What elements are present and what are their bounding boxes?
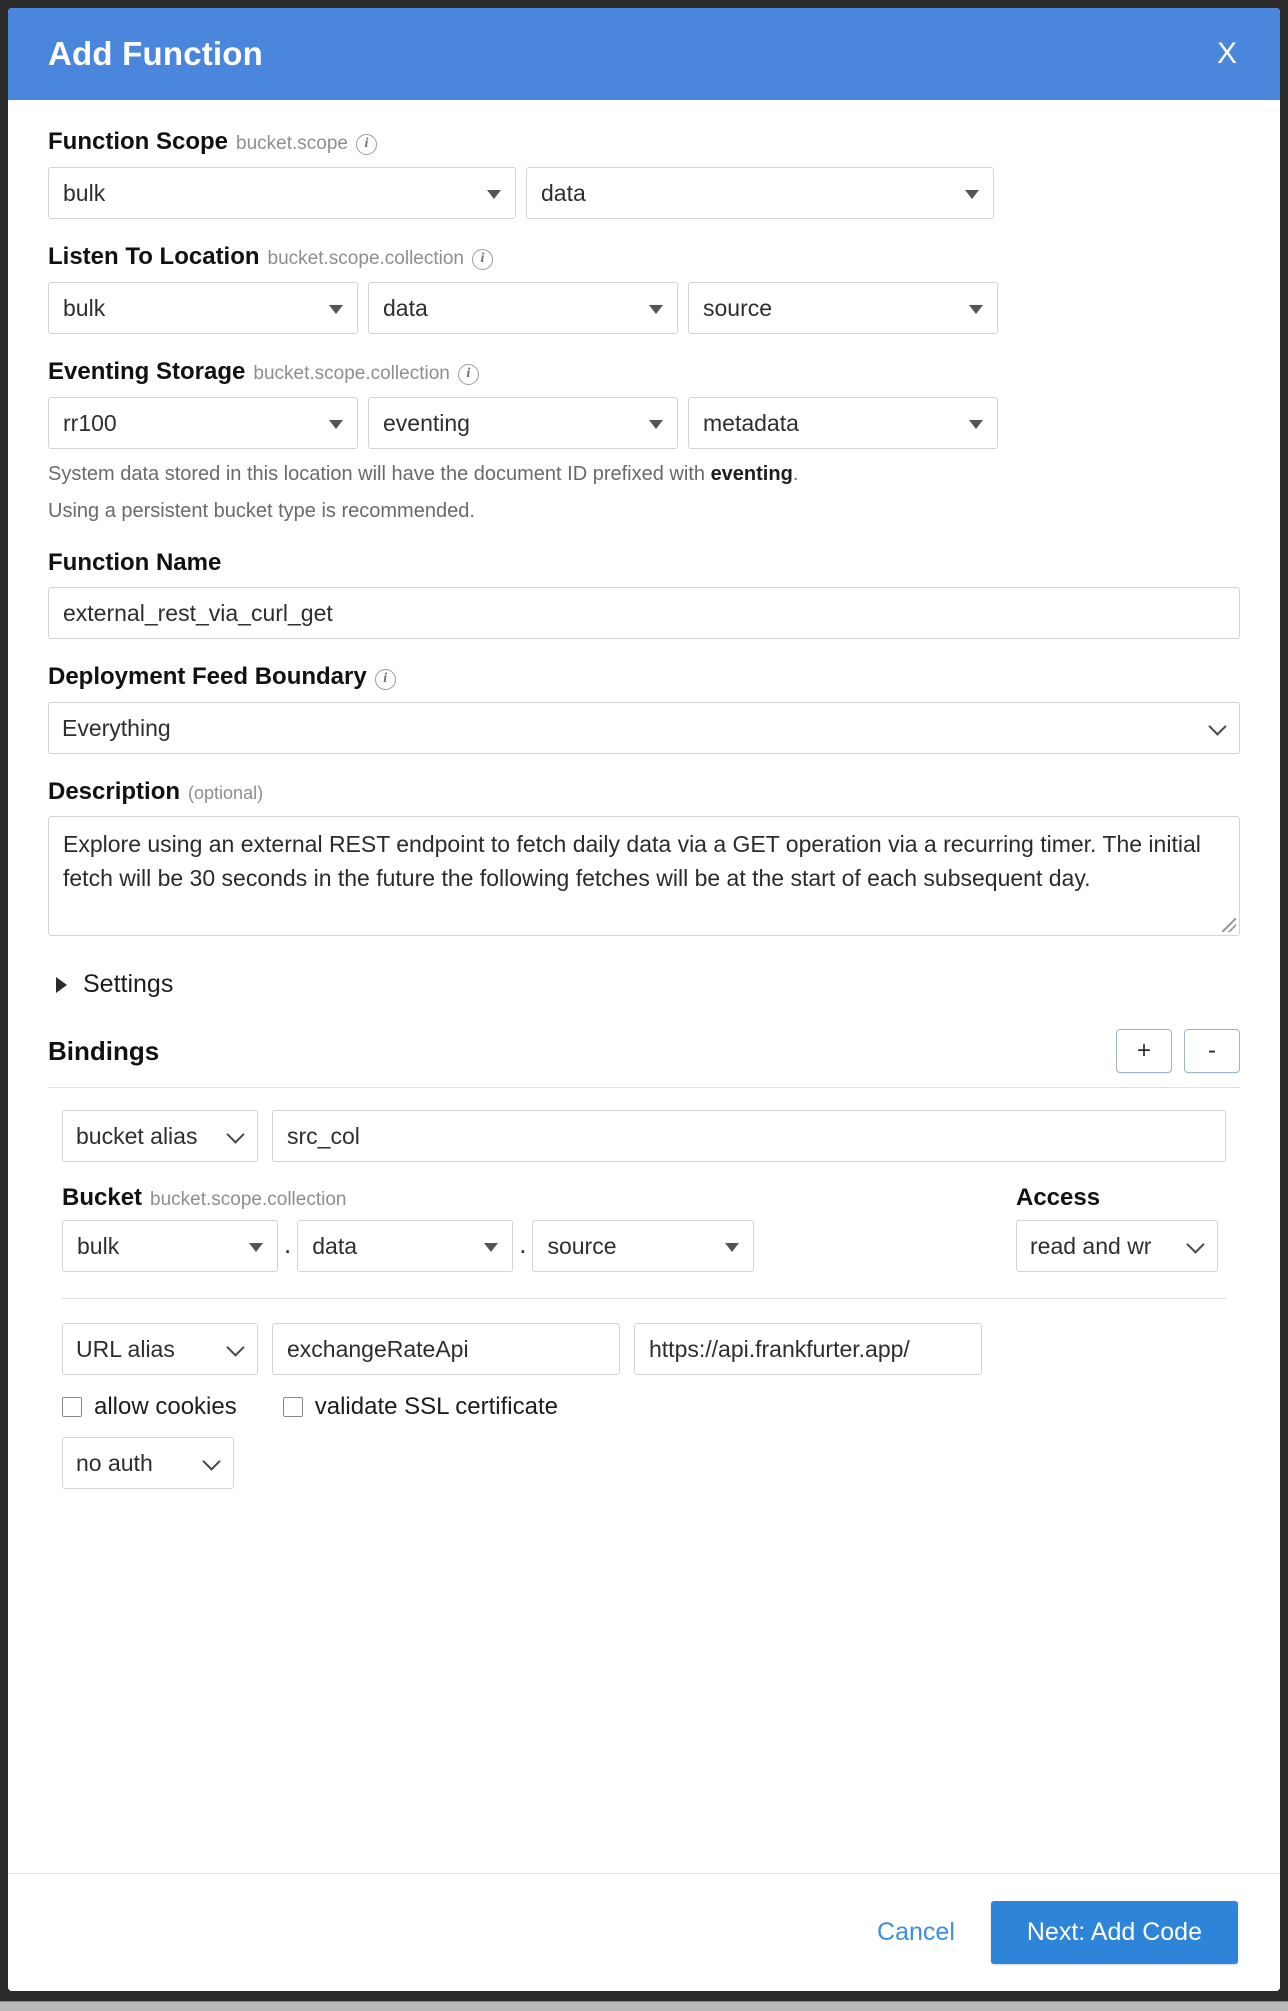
allow-cookies-checkbox[interactable] — [62, 1397, 82, 1417]
bindings-header: Bindings + - — [48, 1029, 1240, 1088]
listen-collection-select[interactable]: source — [688, 282, 998, 334]
bucket-binding-alias-input[interactable]: src_col — [272, 1110, 1226, 1162]
settings-label: Settings — [83, 970, 174, 998]
access-label-text: Access — [1016, 1184, 1101, 1211]
function-scope-label-text: Function Scope — [48, 128, 228, 155]
settings-disclosure[interactable]: Settings — [56, 970, 1240, 999]
url-binding-checkboxes: allow cookies validate SSL certificate — [62, 1393, 1226, 1421]
add-function-dialog: Add Function X Function Scope bucket.sco… — [8, 8, 1280, 1991]
function-scope-hint: bucket.scope — [236, 133, 348, 154]
add-binding-button[interactable]: + — [1116, 1029, 1172, 1073]
function-scope-bucket-select[interactable]: bulk — [48, 167, 516, 219]
description-label: Description (optional) — [48, 778, 1240, 806]
dialog-footer: Cancel Next: Add Code — [8, 1873, 1280, 1991]
listen-to-location-row: bulk data source — [48, 282, 1240, 334]
description-block: Description (optional) Explore using an … — [48, 778, 1240, 936]
eventing-storage-label-text: Eventing Storage — [48, 358, 246, 385]
function-name-block: Function Name external_rest_via_curl_get — [48, 549, 1240, 639]
function-name-label-text: Function Name — [48, 549, 222, 576]
url-binding-type-select[interactable]: URL alias — [62, 1323, 258, 1375]
url-binding-top-row: URL alias exchangeRateApi https://api.fr… — [62, 1323, 1226, 1375]
description-optional-text: (optional) — [188, 783, 264, 803]
screen: Add Function X Function Scope bucket.sco… — [0, 0, 1288, 2011]
info-icon[interactable]: i — [355, 134, 377, 155]
bucket-binding-bucket-select[interactable]: bulk — [62, 1220, 278, 1272]
helper-prefix: System data stored in this location will… — [48, 463, 711, 485]
eventing-bucket-select[interactable]: rr100 — [48, 397, 358, 449]
binding-divider — [62, 1298, 1226, 1299]
listen-to-location-label: Listen To Location bucket.scope.collecti… — [48, 243, 1240, 272]
listen-to-location-hint: bucket.scope.collection — [267, 248, 464, 269]
eventing-storage-hint: bucket.scope.collection — [253, 363, 450, 384]
function-scope-scope-select[interactable]: data — [526, 167, 994, 219]
separator-dot: . — [519, 1229, 527, 1259]
bindings-title: Bindings — [48, 1035, 160, 1066]
close-icon[interactable]: X — [1207, 35, 1247, 73]
bucket-binding-top-row: bucket alias src_col — [62, 1110, 1226, 1162]
bucket-binding-location: Bucket bucket.scope.collection bulk . da… — [62, 1184, 988, 1272]
chevron-right-icon — [56, 976, 67, 993]
cancel-button[interactable]: Cancel — [877, 1918, 955, 1947]
url-binding-alias-input[interactable]: exchangeRateApi — [272, 1323, 620, 1375]
bucket-binding-selects: bulk . data . source — [62, 1220, 988, 1272]
bucket-sub-label: Bucket bucket.scope.collection — [62, 1184, 988, 1212]
next-add-code-button[interactable]: Next: Add Code — [990, 1901, 1238, 1964]
bucket-binding-card: bucket alias src_col Bucket bucket.scope… — [48, 1110, 1240, 1489]
validate-ssl-checkbox[interactable] — [282, 1397, 303, 1417]
window-bottom-strip — [0, 2001, 1288, 2011]
function-scope-label: Function Scope bucket.scope i — [48, 128, 1240, 157]
deployment-feed-boundary-block: Deployment Feed Boundary i Everything — [48, 663, 1240, 754]
info-icon[interactable]: i — [472, 249, 493, 270]
validate-ssl-label: validate SSL certificate — [314, 1393, 558, 1420]
dialog-header: Add Function X — [8, 8, 1280, 100]
eventing-scope-select[interactable]: eventing — [368, 397, 678, 449]
eventing-storage-label: Eventing Storage bucket.scope.collection… — [48, 358, 1240, 387]
eventing-collection-select[interactable]: metadata — [688, 397, 998, 449]
bucket-binding-fields: Bucket bucket.scope.collection bulk . da… — [62, 1184, 1226, 1272]
deployment-feed-boundary-label: Deployment Feed Boundary i — [48, 663, 1240, 692]
separator-dot: . — [284, 1229, 292, 1259]
bucket-binding-access-select[interactable]: read and wr — [1016, 1220, 1218, 1272]
eventing-storage-helper: System data stored in this location will… — [48, 463, 1240, 486]
helper-bold: eventing — [710, 463, 793, 485]
helper-suffix: . — [792, 463, 799, 485]
access-label: Access — [1016, 1184, 1226, 1212]
function-scope-row: bulk data — [48, 167, 1240, 219]
deployment-feed-boundary-select[interactable]: Everything — [48, 702, 1240, 754]
deployment-feed-boundary-label-text: Deployment Feed Boundary — [48, 663, 367, 690]
bucket-binding-type-select[interactable]: bucket alias — [62, 1110, 258, 1162]
listen-to-location-label-text: Listen To Location — [48, 243, 260, 270]
allow-cookies-label: allow cookies — [94, 1393, 237, 1420]
info-icon[interactable]: i — [374, 669, 396, 690]
dialog-body: Function Scope bucket.scope i bulk data … — [8, 100, 1280, 1873]
listen-scope-select[interactable]: data — [368, 282, 678, 334]
url-binding-auth-select[interactable]: no auth — [62, 1437, 234, 1489]
info-icon[interactable]: i — [457, 364, 479, 385]
bucket-sub-hint: bucket.scope.collection — [150, 1189, 347, 1210]
remove-binding-button[interactable]: - — [1184, 1029, 1240, 1073]
eventing-storage-helper-2: Using a persistent bucket type is recomm… — [48, 500, 475, 522]
bucket-binding-access: Access read and wr — [1016, 1184, 1226, 1272]
url-binding-url-input[interactable]: https://api.frankfurter.app/ — [634, 1323, 982, 1375]
description-label-text: Description — [48, 778, 181, 805]
function-name-label: Function Name — [48, 549, 1240, 577]
listen-bucket-select[interactable]: bulk — [48, 282, 358, 334]
bindings-controls: + - — [1116, 1029, 1240, 1073]
function-name-input[interactable]: external_rest_via_curl_get — [48, 587, 1240, 639]
eventing-storage-row: rr100 eventing metadata — [48, 397, 1240, 449]
description-textarea[interactable]: Explore using an external REST endpoint … — [48, 816, 1240, 936]
bucket-binding-scope-select[interactable]: data — [297, 1220, 514, 1272]
bucket-sub-label-text: Bucket — [62, 1184, 143, 1211]
dialog-title: Add Function — [48, 35, 264, 72]
bucket-binding-collection-select[interactable]: source — [532, 1220, 755, 1272]
